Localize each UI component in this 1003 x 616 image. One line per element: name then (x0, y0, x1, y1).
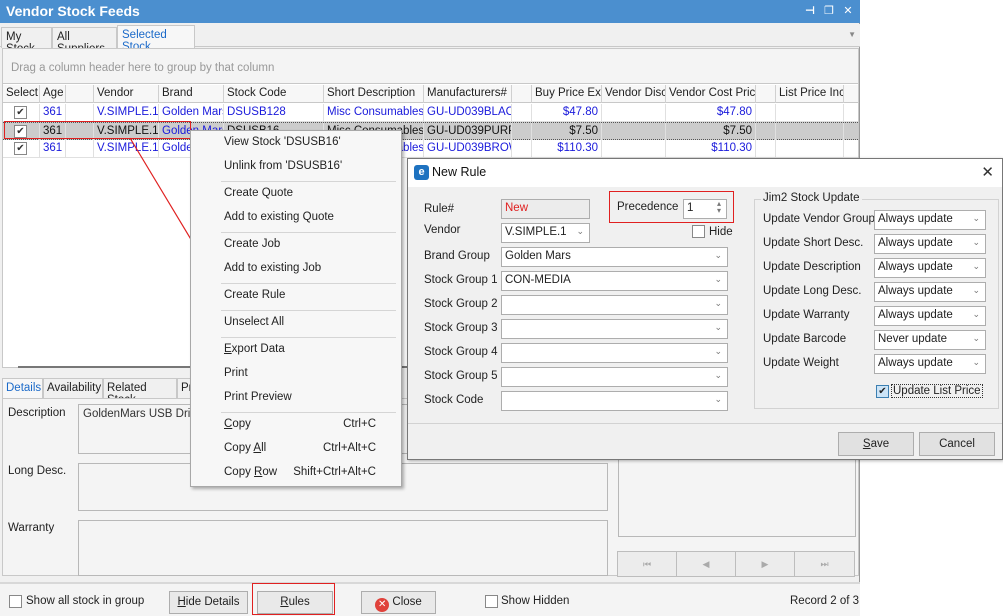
chevron-down-icon: ⌄ (972, 237, 980, 247)
stock-group-1-value: CON-MEDIA (505, 274, 571, 286)
chevron-down-icon: ⌄ (714, 370, 722, 380)
menu-item-view-stock[interactable]: View Stock 'DSUSB16' (191, 133, 401, 155)
precedence-value: 1 (687, 202, 694, 214)
stock-group-2-select[interactable]: ⌄ (501, 295, 728, 315)
vendor-value: V.SIMPLE.1 (505, 226, 567, 238)
chevron-down-icon: ⌄ (972, 261, 980, 271)
rule-no-field: New (501, 199, 590, 219)
update-short-desc-label: Update Short Desc. (763, 237, 864, 249)
menu-item-export-data[interactable]: Export Data (191, 340, 401, 362)
select-value: Always update (878, 357, 953, 369)
stock-group-3-select[interactable]: ⌄ (501, 319, 728, 339)
menu-item-print-preview[interactable]: Print Preview (191, 388, 401, 410)
chevron-down-icon: ⌄ (714, 250, 722, 260)
menu-separator (221, 232, 396, 233)
chevron-down-icon: ⌄ (972, 333, 980, 343)
stock-group-5-select[interactable]: ⌄ (501, 367, 728, 387)
new-rule-dialog: e New Rule ✕ Rule# New Precedence 1 ▴ ▾ V… (407, 158, 1003, 460)
update-warranty-label: Update Warranty (763, 309, 850, 321)
chevron-down-icon: ⌄ (714, 274, 722, 284)
select-value: Always update (878, 237, 953, 249)
context-menu: View Stock 'DSUSB16' Unlink from 'DSUSB1… (190, 130, 402, 487)
update-barcode-label: Update Barcode (763, 333, 847, 345)
menu-separator (221, 283, 396, 284)
menu-item-create-rule[interactable]: Create Rule (191, 286, 401, 308)
update-long-desc-label: Update Long Desc. (763, 285, 862, 297)
menu-separator (221, 412, 396, 413)
save-button[interactable]: Save (838, 432, 914, 456)
hide-label: Hide (709, 226, 733, 238)
select-value: Always update (878, 285, 953, 297)
menu-item-copy-row[interactable]: Copy Row Shift+Ctrl+Alt+C (191, 463, 401, 485)
stock-update-group: Jim2 Stock Update Update Vendor Group Al… (754, 192, 999, 409)
dialog-close-icon[interactable]: ✕ (981, 163, 994, 181)
update-weight-label: Update Weight (763, 357, 839, 369)
chevron-down-icon: ⌄ (714, 298, 722, 308)
vendor-label: Vendor (424, 224, 461, 236)
rule-no-label: Rule# (424, 203, 455, 215)
stock-group-4-select[interactable]: ⌄ (501, 343, 728, 363)
chevron-down-icon: ⌄ (972, 357, 980, 367)
select-value: Always update (878, 213, 953, 225)
update-short-desc-select[interactable]: Always update ⌄ (874, 234, 986, 254)
cancel-button[interactable]: Cancel (919, 432, 995, 456)
update-vendor-group-label: Update Vendor Group (763, 213, 875, 225)
shortcut-label: Ctrl+C (343, 418, 376, 430)
stock-group-1-label: Stock Group 1 (424, 274, 498, 286)
app-logo-icon: e (414, 165, 429, 180)
menu-item-copy[interactable]: Copy Ctrl+C (191, 415, 401, 437)
dialog-title: New Rule (432, 165, 487, 179)
menu-item-add-to-existing-job[interactable]: Add to existing Job (191, 259, 401, 281)
precedence-spinner[interactable]: 1 ▴ ▾ (683, 199, 727, 219)
brand-group-select[interactable]: Golden Mars ⌄ (501, 247, 728, 267)
stock-group-1-select[interactable]: CON-MEDIA ⌄ (501, 271, 728, 291)
menu-item-add-to-existing-quote[interactable]: Add to existing Quote (191, 208, 401, 230)
chevron-down-icon: ⌄ (972, 309, 980, 319)
chevron-down-icon: ⌄ (576, 226, 584, 236)
menu-item-copy-all[interactable]: Copy All Ctrl+Alt+C (191, 439, 401, 461)
menu-separator (221, 181, 396, 182)
select-value: Never update (878, 333, 948, 345)
vendor-select[interactable]: V.SIMPLE.1 ⌄ (501, 223, 590, 243)
menu-separator (221, 337, 396, 338)
stock-group-5-label: Stock Group 5 (424, 370, 498, 382)
chevron-down-icon: ⌄ (714, 394, 722, 404)
update-vendor-group-select[interactable]: Always update ⌄ (874, 210, 986, 230)
stock-update-title: Jim2 Stock Update (761, 192, 862, 204)
menu-item-unselect-all[interactable]: Unselect All (191, 313, 401, 335)
update-list-price-checkbox[interactable]: ✔ (876, 385, 889, 398)
menu-item-create-quote[interactable]: Create Quote (191, 184, 401, 206)
update-list-price-label: Update List Price (891, 384, 983, 398)
stock-code-label: Stock Code (424, 394, 484, 406)
stock-group-2-label: Stock Group 2 (424, 298, 498, 310)
precedence-label: Precedence (617, 201, 679, 213)
stock-group-4-label: Stock Group 4 (424, 346, 498, 358)
chevron-down-icon: ⌄ (972, 213, 980, 223)
dialog-title-bar: e New Rule ✕ (408, 159, 1002, 187)
stock-group-3-label: Stock Group 3 (424, 322, 498, 334)
dialog-footer: Save Cancel (408, 423, 1002, 459)
chevron-down-icon: ⌄ (714, 322, 722, 332)
update-barcode-select[interactable]: Never update ⌄ (874, 330, 986, 350)
update-long-desc-select[interactable]: Always update ⌄ (874, 282, 986, 302)
menu-separator (221, 310, 396, 311)
menu-item-unlink[interactable]: Unlink from 'DSUSB16' (191, 157, 401, 179)
spinner-arrows-icon[interactable]: ▴ ▾ (717, 200, 721, 215)
brand-group-value: Golden Mars (505, 250, 571, 262)
select-value: Always update (878, 309, 953, 321)
menu-item-print[interactable]: Print (191, 364, 401, 386)
select-value: Always update (878, 261, 953, 273)
hide-checkbox[interactable] (692, 225, 705, 238)
update-warranty-select[interactable]: Always update ⌄ (874, 306, 986, 326)
stock-code-select[interactable]: ⌄ (501, 391, 728, 411)
chevron-down-icon: ⌄ (972, 285, 980, 295)
brand-group-label: Brand Group (424, 250, 490, 262)
update-description-select[interactable]: Always update ⌄ (874, 258, 986, 278)
shortcut-label: Shift+Ctrl+Alt+C (293, 466, 376, 478)
update-weight-select[interactable]: Always update ⌄ (874, 354, 986, 374)
chevron-down-icon: ⌄ (714, 346, 722, 356)
menu-item-create-job[interactable]: Create Job (191, 235, 401, 257)
update-description-label: Update Description (763, 261, 861, 273)
shortcut-label: Ctrl+Alt+C (322, 442, 376, 454)
